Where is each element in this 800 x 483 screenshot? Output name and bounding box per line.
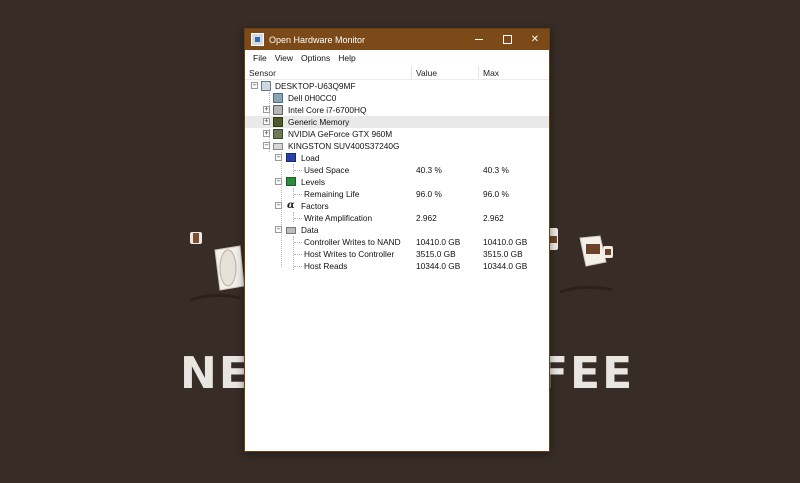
wallpaper-text-right: FEE bbox=[538, 348, 635, 399]
sensor-name: Controller Writes to NAND bbox=[304, 237, 401, 247]
load-icon bbox=[286, 153, 296, 162]
menu-view[interactable]: View bbox=[271, 53, 297, 63]
sensor-name: Host Reads bbox=[304, 261, 348, 271]
tree-node-group-load[interactable]: − Load bbox=[245, 152, 549, 164]
sensor-max: 96.0 % bbox=[483, 189, 509, 199]
column-divider[interactable] bbox=[411, 66, 412, 79]
collapse-toggle[interactable]: − bbox=[275, 178, 282, 185]
column-divider[interactable] bbox=[478, 66, 479, 79]
sensor-value: 3515.0 GB bbox=[416, 249, 456, 259]
sensor-max: 40.3 % bbox=[483, 165, 509, 175]
sensor-name: Remaining Life bbox=[304, 189, 360, 199]
sensor-value: 96.0 % bbox=[416, 189, 442, 199]
column-value[interactable]: Value bbox=[416, 68, 437, 78]
sensor-row[interactable]: Used Space 40.3 % 40.3 % bbox=[245, 164, 549, 176]
sensor-max: 10344.0 GB bbox=[483, 261, 528, 271]
menu-options[interactable]: Options bbox=[297, 53, 334, 63]
tree-guide bbox=[294, 242, 302, 243]
app-window: Open Hardware Monitor ✕ File View Option… bbox=[244, 28, 550, 452]
node-label: Load bbox=[301, 153, 320, 163]
close-button[interactable]: ✕ bbox=[521, 29, 549, 50]
tree-node-device[interactable]: − KINGSTON SUV400S37240G bbox=[245, 140, 549, 152]
tree-node-root[interactable]: − DESKTOP-U63Q9MF bbox=[245, 80, 549, 92]
node-label: Levels bbox=[301, 177, 325, 187]
collapse-toggle[interactable]: − bbox=[263, 142, 270, 149]
node-label: DESKTOP-U63Q9MF bbox=[275, 81, 356, 91]
tree-guide bbox=[294, 218, 302, 219]
column-sensor[interactable]: Sensor bbox=[249, 68, 276, 78]
sensor-name: Used Space bbox=[304, 165, 350, 175]
menu-help[interactable]: Help bbox=[334, 53, 359, 63]
sensor-max: 3515.0 GB bbox=[483, 249, 523, 259]
sensor-tree: − DESKTOP-U63Q9MF Dell 0H0CC0 + Intel Co… bbox=[245, 80, 549, 272]
collapse-toggle[interactable]: − bbox=[251, 82, 258, 89]
tree-node-device[interactable]: Dell 0H0CC0 bbox=[245, 92, 549, 104]
node-label: Data bbox=[301, 225, 319, 235]
tree-node-device[interactable]: + Generic Memory bbox=[245, 116, 549, 128]
sensor-row[interactable]: Remaining Life 96.0 % 96.0 % bbox=[245, 188, 549, 200]
maximize-button[interactable] bbox=[493, 29, 521, 50]
expand-toggle[interactable]: + bbox=[263, 130, 270, 137]
sensor-value: 10410.0 GB bbox=[416, 237, 461, 247]
window-controls: ✕ bbox=[465, 29, 549, 50]
menu-file[interactable]: File bbox=[249, 53, 271, 63]
collapse-toggle[interactable]: − bbox=[275, 202, 282, 209]
sensor-row[interactable]: Controller Writes to NAND 10410.0 GB 104… bbox=[245, 236, 549, 248]
sensor-name: Write Amplification bbox=[304, 213, 373, 223]
levels-icon bbox=[286, 177, 296, 186]
coffee-cup-right bbox=[548, 228, 613, 294]
sensor-row[interactable]: Host Reads 10344.0 GB 10344.0 GB bbox=[245, 260, 549, 272]
sensor-max: 10410.0 GB bbox=[483, 237, 528, 247]
tree-node-group-data[interactable]: − Data bbox=[245, 224, 549, 236]
menu-bar: File View Options Help bbox=[245, 50, 549, 66]
tree-guide bbox=[294, 254, 302, 255]
collapse-toggle[interactable]: − bbox=[275, 154, 282, 161]
cpu-icon bbox=[273, 105, 283, 115]
sensor-value: 40.3 % bbox=[416, 165, 442, 175]
node-label: Generic Memory bbox=[288, 117, 350, 127]
tree-guide bbox=[294, 194, 302, 195]
column-header: Sensor Value Max bbox=[245, 66, 549, 80]
sensor-row[interactable]: Write Amplification 2.962 2.962 bbox=[245, 212, 549, 224]
window-title: Open Hardware Monitor bbox=[269, 34, 366, 45]
tree-node-device[interactable]: + Intel Core i7-6700HQ bbox=[245, 104, 549, 116]
tree-node-group-levels[interactable]: − Levels bbox=[245, 176, 549, 188]
expand-toggle[interactable]: + bbox=[263, 118, 270, 125]
sensor-value: 2.962 bbox=[416, 213, 437, 223]
computer-icon bbox=[261, 81, 271, 91]
node-label: Factors bbox=[301, 201, 329, 211]
node-label: Intel Core i7-6700HQ bbox=[288, 105, 367, 115]
column-max[interactable]: Max bbox=[483, 68, 499, 78]
sensor-max: 2.962 bbox=[483, 213, 504, 223]
gpu-icon bbox=[273, 129, 283, 139]
memory-icon bbox=[273, 117, 283, 127]
app-icon bbox=[251, 33, 264, 46]
sensor-value: 10344.0 GB bbox=[416, 261, 461, 271]
sensor-name: Host Writes to Controller bbox=[304, 249, 395, 259]
node-label: KINGSTON SUV400S37240G bbox=[288, 141, 400, 151]
node-label: NVIDIA GeForce GTX 960M bbox=[288, 129, 393, 139]
title-bar[interactable]: Open Hardware Monitor ✕ bbox=[245, 29, 549, 50]
drive-icon bbox=[273, 143, 283, 150]
motherboard-icon bbox=[273, 93, 283, 103]
coffee-cup-left bbox=[189, 232, 245, 302]
tree-node-group-factors[interactable]: − α Factors bbox=[245, 200, 549, 212]
expand-toggle[interactable]: + bbox=[263, 106, 270, 113]
alpha-icon: α bbox=[287, 200, 295, 211]
tree-guide bbox=[294, 266, 302, 267]
minimize-button[interactable] bbox=[465, 29, 493, 50]
wallpaper-text-left: NE bbox=[180, 348, 251, 399]
tree-guide bbox=[294, 170, 302, 171]
node-label: Dell 0H0CC0 bbox=[288, 93, 337, 103]
collapse-toggle[interactable]: − bbox=[275, 226, 282, 233]
data-icon bbox=[286, 227, 296, 234]
sensor-row[interactable]: Host Writes to Controller 3515.0 GB 3515… bbox=[245, 248, 549, 260]
tree-node-device[interactable]: + NVIDIA GeForce GTX 960M bbox=[245, 128, 549, 140]
